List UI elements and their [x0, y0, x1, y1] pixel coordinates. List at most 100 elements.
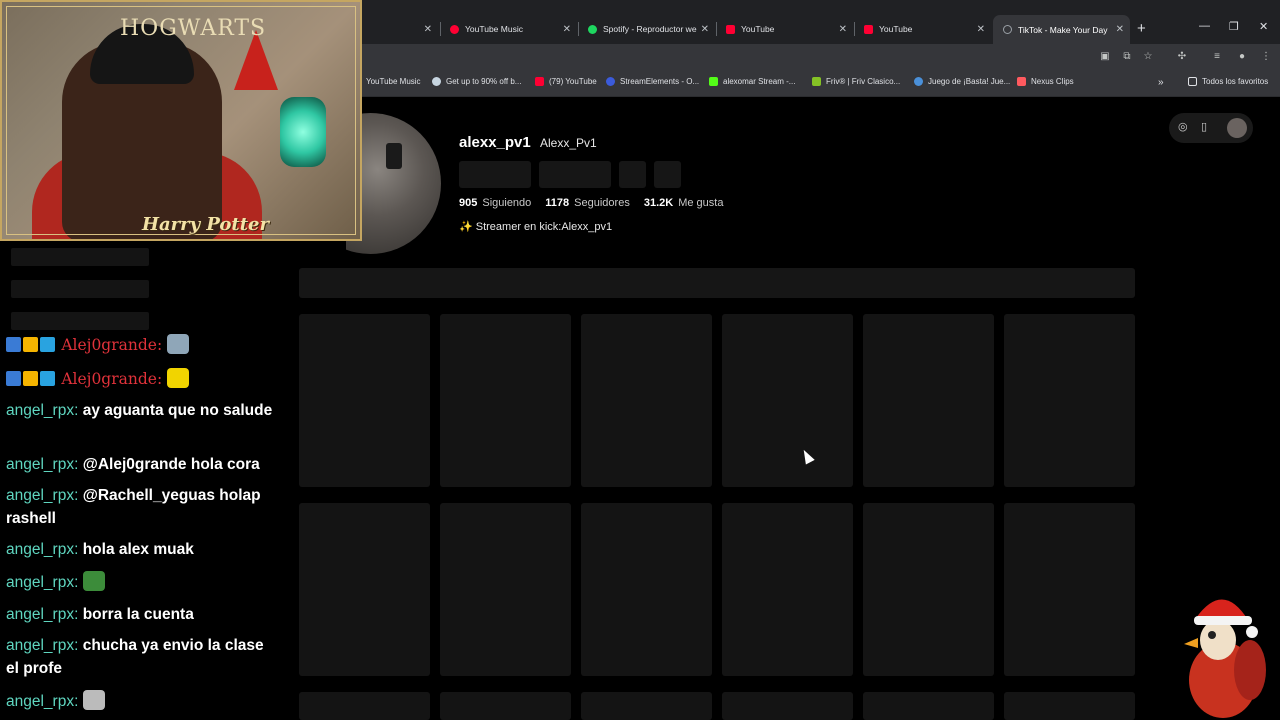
browser-tab-spotify[interactable]: Spotify - Reproductor we ✕ [578, 17, 715, 41]
video-card-placeholder[interactable] [863, 503, 994, 676]
profile-icon[interactable]: ● [1235, 50, 1249, 64]
suggest-button-placeholder[interactable] [619, 161, 646, 188]
bookmark-youtube-music[interactable]: YouTube Music [366, 77, 421, 86]
crown-badge-icon [23, 371, 38, 386]
message-button-placeholder[interactable] [539, 161, 611, 188]
menu-dots-icon[interactable]: ⋮ [1259, 50, 1273, 64]
followers-stat[interactable]: 1178 Seguidores [545, 197, 630, 209]
video-card-placeholder[interactable] [440, 692, 571, 720]
minimize-icon[interactable]: — [1199, 20, 1210, 32]
video-card-placeholder[interactable] [299, 314, 430, 487]
video-card-placeholder[interactable] [863, 692, 994, 720]
chat-message: angel_rpx: [6, 571, 276, 594]
browser-tab-youtube-music[interactable]: YouTube Music ✕ [440, 17, 577, 41]
badge-icon [6, 371, 21, 386]
webcam-overlay: HOGWARTS Harry Potter [0, 0, 362, 241]
browser-tab-youtube-2[interactable]: YouTube ✕ [854, 17, 991, 41]
followers-label: Seguidores [574, 197, 630, 209]
bookmark-youtube[interactable]: (79) YouTube [535, 77, 597, 86]
video-card-placeholder[interactable] [1004, 314, 1135, 487]
chat-message: angel_rpx: chucha ya envio la clase el p… [6, 634, 276, 680]
close-tab-icon[interactable]: ✕ [701, 24, 709, 35]
globe-icon [914, 77, 923, 86]
chat-message: angel_rpx: ay aguanta que no salude [6, 399, 276, 422]
follow-button-placeholder[interactable] [459, 161, 531, 188]
video-card-placeholder[interactable] [722, 314, 853, 487]
all-bookmarks-label: Todos los favoritos [1202, 77, 1269, 86]
chat-username: angel_rpx: [6, 574, 79, 591]
close-tab-icon[interactable]: ✕ [1116, 24, 1124, 35]
video-card-placeholder[interactable] [722, 692, 853, 720]
bookmark-label: alexomar Stream -... [723, 77, 796, 86]
chat-text: ay aguanta que no salude [82, 402, 273, 419]
tab-label: YouTube Music [465, 24, 523, 34]
browser-tab-tiktok[interactable]: TikTok - Make Your Day ✕ [993, 15, 1130, 44]
bookmark-nexus-clips[interactable]: Nexus Clips [1017, 77, 1074, 86]
browser-tab-hidden[interactable]: ✕ [362, 17, 438, 41]
more-bookmarks-icon[interactable]: » [1158, 77, 1164, 88]
install-app-icon[interactable]: ⧉ [1120, 50, 1134, 64]
folder-icon [1188, 77, 1197, 86]
new-tab-plus-icon[interactable]: + [1137, 20, 1146, 37]
restore-icon[interactable]: ❐ [1229, 20, 1239, 33]
bookmark-label: StreamElements - O... [620, 77, 700, 86]
video-card-placeholder[interactable] [1004, 503, 1135, 676]
rooster-santa-hat-overlay [1184, 599, 1266, 718]
video-card-placeholder[interactable] [299, 692, 430, 720]
video-card-placeholder[interactable] [1004, 692, 1135, 720]
bookmark-friv[interactable]: Friv® | Friv Clasico... [812, 77, 900, 86]
chat-text: borra la cuenta [82, 606, 194, 623]
chat-username: angel_rpx: [6, 606, 79, 623]
video-card-placeholder[interactable] [581, 314, 712, 487]
youtube-icon [535, 77, 544, 86]
emote-icon [166, 334, 189, 354]
video-card-placeholder[interactable] [581, 503, 712, 676]
user-avatar-icon[interactable] [1227, 118, 1247, 138]
video-card-placeholder[interactable] [863, 314, 994, 487]
chat-message: angel_rpx: [6, 690, 276, 713]
close-tab-icon[interactable]: ✕ [839, 24, 847, 35]
chat-username: angel_rpx: [6, 693, 79, 710]
more-button-placeholder[interactable] [654, 161, 681, 188]
nexus-clips-icon [1017, 77, 1026, 86]
video-card-placeholder[interactable] [722, 503, 853, 676]
bookmark-label: (79) YouTube [549, 77, 597, 86]
bookmark-label: Get up to 90% off b... [446, 77, 522, 86]
youtube-icon [864, 24, 873, 34]
close-tab-icon[interactable]: ✕ [424, 24, 432, 35]
bookmark-label: Friv® | Friv Clasico... [826, 77, 901, 86]
all-bookmarks-folder[interactable]: Todos los favoritos [1188, 77, 1268, 86]
bookmark-label: YouTube Music [366, 77, 421, 86]
close-window-icon[interactable]: ✕ [1259, 20, 1268, 33]
bookmark-streamelements[interactable]: StreamElements - O... [606, 77, 699, 86]
bookmark-steam[interactable]: Get up to 90% off b... [432, 77, 521, 86]
video-card-placeholder[interactable] [581, 692, 712, 720]
close-tab-icon[interactable]: ✕ [977, 24, 985, 35]
translate-icon[interactable]: ▣ [1098, 50, 1112, 64]
loading-icon [1003, 25, 1012, 34]
media-controls-icon[interactable]: ≡ [1210, 50, 1224, 64]
webcam-title: HOGWARTS [120, 16, 267, 41]
webcam-caption: Harry Potter [142, 214, 269, 235]
following-stat[interactable]: 905 Siguiendo [459, 197, 531, 209]
compass-icon[interactable]: ◎ [1178, 120, 1188, 133]
profile-bio: ✨ Streamer en kick:Alexx_pv1 [459, 221, 613, 233]
video-card-placeholder[interactable] [299, 503, 430, 676]
bookmark-basta[interactable]: Juego de ¡Basta! Jue... [914, 77, 1010, 86]
close-tab-icon[interactable]: ✕ [563, 24, 571, 35]
video-card-placeholder[interactable] [440, 503, 571, 676]
video-card-placeholder[interactable] [440, 314, 571, 487]
mobile-icon[interactable]: ▯ [1201, 120, 1207, 133]
bookmark-star-icon[interactable]: ☆ [1141, 50, 1155, 64]
browser-tab-youtube-1[interactable]: YouTube ✕ [716, 17, 853, 41]
crown-badge-icon [23, 337, 38, 352]
bookmark-kick[interactable]: alexomar Stream -... [709, 77, 795, 86]
chat-username: Alej0grande: [61, 370, 163, 388]
youtube-music-icon [450, 24, 459, 34]
extensions-icon[interactable]: ✣ [1175, 50, 1189, 64]
chat-message: angel_rpx: hola alex muak [6, 538, 276, 561]
likes-count: 31.2K [643, 197, 674, 209]
pepe-emote-icon [82, 571, 105, 591]
bookmark-label: Juego de ¡Basta! Jue... [928, 77, 1011, 86]
bookmark-label: Nexus Clips [1031, 77, 1074, 86]
